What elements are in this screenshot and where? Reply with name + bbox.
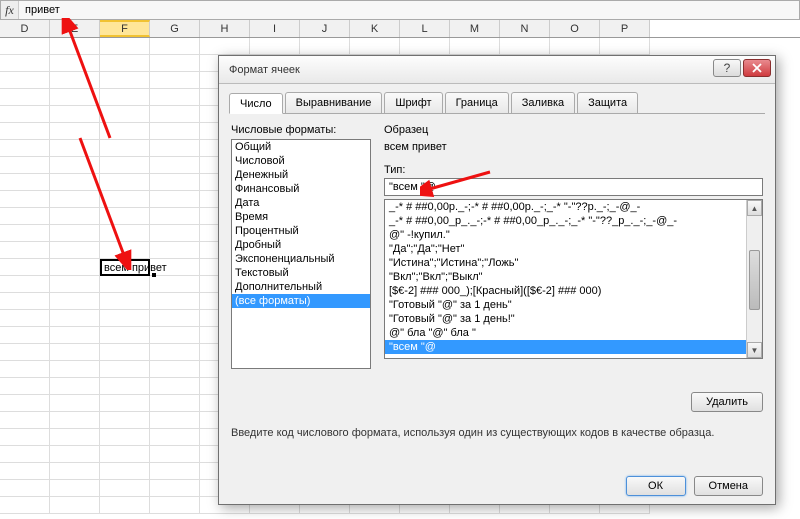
col-header[interactable]: K	[350, 20, 400, 37]
hint-text: Введите код числового формата, используя…	[231, 426, 763, 440]
category-item[interactable]: Дополнительный	[232, 280, 370, 294]
category-item[interactable]: Экспоненциальный	[232, 252, 370, 266]
tab-number[interactable]: Число	[229, 93, 283, 114]
type-item[interactable]: _-* # ##0,00р._-;-* # ##0,00р._-;_-* "-"…	[385, 200, 762, 214]
category-item[interactable]: Процентный	[232, 224, 370, 238]
type-item[interactable]: "Вкл";"Вкл";"Выкл"	[385, 270, 762, 284]
tab-protection[interactable]: Защита	[577, 92, 638, 113]
category-item[interactable]: Дата	[232, 196, 370, 210]
type-item[interactable]: "Готовый "@" за 1 день"	[385, 298, 762, 312]
type-item[interactable]: "Истина";"Истина";"Ложь"	[385, 256, 762, 270]
dialog-tabs: Число Выравнивание Шрифт Граница Заливка…	[229, 92, 765, 114]
col-header[interactable]: P	[600, 20, 650, 37]
close-button[interactable]	[743, 59, 771, 77]
type-item[interactable]: @" бла "@" бла "	[385, 326, 762, 340]
column-headers: D E F G H I J K L M N O P	[0, 20, 800, 38]
col-header[interactable]: G	[150, 20, 200, 37]
col-header[interactable]: N	[500, 20, 550, 37]
tab-font[interactable]: Шрифт	[384, 92, 442, 113]
dialog-titlebar[interactable]: Формат ячеек ?	[219, 56, 775, 84]
scroll-up-icon[interactable]: ▲	[747, 200, 762, 216]
delete-button[interactable]: Удалить	[691, 392, 763, 412]
tab-fill[interactable]: Заливка	[511, 92, 575, 113]
type-item[interactable]: _-* # ##0,00_р_._-;-* # ##0,00_р_._-;_-*…	[385, 214, 762, 228]
annotation-arrow-icon	[420, 168, 500, 198]
dialog-title: Формат ячеек	[229, 64, 300, 76]
tab-border[interactable]: Граница	[445, 92, 509, 113]
help-button[interactable]: ?	[713, 59, 741, 77]
type-item[interactable]: "всем "@	[385, 340, 762, 354]
scrollbar[interactable]: ▲ ▼	[746, 200, 762, 358]
category-item[interactable]: Время	[232, 210, 370, 224]
col-header[interactable]: L	[400, 20, 450, 37]
ok-button[interactable]: ОК	[626, 476, 686, 496]
type-item[interactable]: [$€-2] ### 000_);[Красный]([$€-2] ### 00…	[385, 284, 762, 298]
category-item[interactable]: Финансовый	[232, 182, 370, 196]
cancel-button[interactable]: Отмена	[694, 476, 763, 496]
col-header[interactable]: D	[0, 20, 50, 37]
sample-label: Образец	[384, 124, 763, 136]
formula-bar: fx привет	[0, 0, 800, 20]
tab-alignment[interactable]: Выравнивание	[285, 92, 383, 113]
category-item[interactable]: Денежный	[232, 168, 370, 182]
scroll-down-icon[interactable]: ▼	[747, 342, 762, 358]
col-header[interactable]: J	[300, 20, 350, 37]
col-header[interactable]: H	[200, 20, 250, 37]
format-cells-dialog: Формат ячеек ? Число Выравнивание Шрифт …	[218, 55, 776, 505]
category-item[interactable]: Текстовый	[232, 266, 370, 280]
category-listbox[interactable]: Общий Числовой Денежный Финансовый Дата …	[231, 139, 371, 369]
formula-input[interactable]: привет	[19, 4, 799, 16]
type-item[interactable]: "Да";"Да";"Нет"	[385, 242, 762, 256]
scroll-thumb[interactable]	[749, 250, 760, 310]
category-item[interactable]: (все форматы)	[232, 294, 370, 308]
types-listbox[interactable]: _-* # ##0,00р._-;-* # ##0,00р._-;_-* "-"…	[384, 199, 763, 359]
col-header[interactable]: M	[450, 20, 500, 37]
fx-icon[interactable]: fx	[1, 1, 19, 19]
col-header[interactable]: O	[550, 20, 600, 37]
col-header[interactable]: I	[250, 20, 300, 37]
type-item[interactable]: "Готовый "@" за 1 день!"	[385, 312, 762, 326]
annotation-arrow-icon	[60, 18, 120, 148]
category-item[interactable]: Общий	[232, 140, 370, 154]
sample-value: всем привет	[384, 140, 763, 154]
annotation-arrow-icon	[70, 130, 150, 270]
category-item[interactable]: Дробный	[232, 238, 370, 252]
type-item[interactable]: @" -!купил."	[385, 228, 762, 242]
category-item[interactable]: Числовой	[232, 154, 370, 168]
close-icon	[752, 63, 762, 73]
